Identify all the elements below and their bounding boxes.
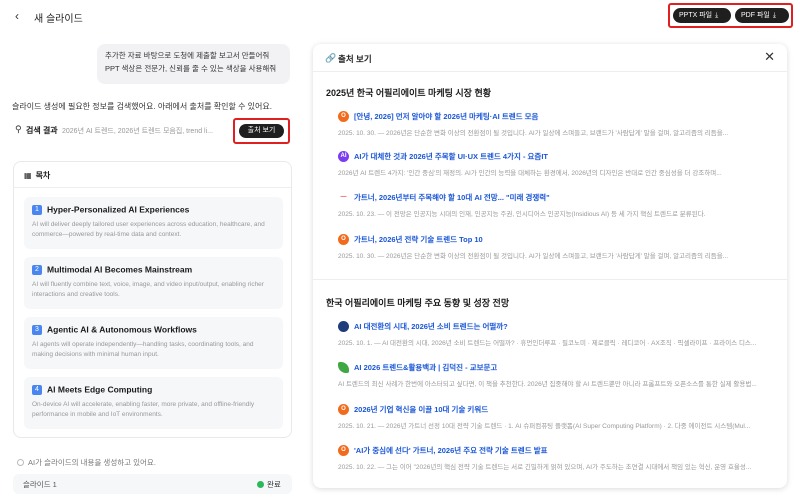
source-item[interactable]: O [안녕, 2026] 먼저 알아야 할 2026년 마케팅·AI 트렌드 모음… — [338, 111, 775, 137]
source-snippet: 2026년 AI 트렌드 4가지: '인간 중심'의 재정의. AI가 인간의 … — [338, 170, 722, 177]
toc-item[interactable]: 3 Agentic AI & Autonomous Workflows AI ag… — [24, 317, 283, 369]
search-info-text: 슬라이드 생성에 필요한 정보를 검색했어요. 아래에서 출처를 확인할 수 있… — [12, 102, 272, 111]
slide-progress-row[interactable]: 슬라이드 1 완료 — [13, 474, 292, 494]
source-snippet: 2025. 10. 1. — AI 대전환의 시대, 2026년 소비 트렌드는… — [338, 340, 757, 347]
export-buttons-highlight: PPTX 파일 ⤓ PDF 파일 ⤓ — [668, 3, 793, 28]
orange-o-icon: O — [338, 445, 349, 456]
export-pptx-button[interactable]: PPTX 파일 ⤓ — [673, 8, 731, 23]
source-item[interactable]: AI 대전환의 시대, 2026년 소비 트렌드는 어떨까? 2025. 10.… — [338, 321, 775, 347]
source-link[interactable]: AI가 대체한 것과 2026년 주목할 UI·UX 트렌드 4가지 - 요즘I… — [354, 151, 548, 162]
source-link[interactable]: 'AI가 중심에 선다' 가트너, 2026년 주요 전략 기술 트렌드 발표 — [354, 445, 548, 456]
source-link[interactable]: 2026년 기업 혁신을 이끌 10대 기술 키워드 — [354, 404, 488, 415]
toc-item-desc: AI will fluently combine text, voice, im… — [32, 280, 264, 298]
loading-spinner-icon — [17, 459, 24, 466]
source-button-highlight: 출처 보기 — [233, 118, 290, 144]
toc-item[interactable]: 4 AI Meets Edge Computing On-device AI wi… — [24, 377, 283, 429]
search-icon: ⚲ — [15, 124, 22, 134]
source-snippet: 2025. 10. 21. — 2026년 가트너 선정 10대 전략 기술 트… — [338, 423, 751, 430]
toc-item-desc: AI agents will operate independently—han… — [32, 340, 254, 358]
orange-o-icon: O — [338, 111, 349, 122]
toc-item-number: 4 — [32, 384, 42, 395]
download-icon: ⤓ — [715, 12, 719, 19]
sources-panel-header: 🔗 출처 보기 ✕ — [313, 44, 787, 72]
sources-panel: 🔗 출처 보기 ✕ 2025년 한국 어필리에이트 마케팅 시장 현황 O [안녕… — [313, 44, 787, 488]
slide-status: 완료 — [257, 479, 281, 490]
toc-item-number: 1 — [32, 204, 42, 215]
red-dash-icon: — — [338, 192, 349, 203]
list-icon: ▦ — [24, 171, 32, 180]
top-bar: ‹ 새 슬라이드 PPTX 파일 ⤓ PDF 파일 ⤓ — [0, 0, 800, 34]
toc-item-desc: AI will deliver deeply tailored user exp… — [32, 220, 265, 238]
source-link[interactable]: [안녕, 2026] 먼저 알아야 할 2026년 마케팅·AI 트렌드 모음 — [354, 111, 538, 122]
user-message-bubble: 추가한 자료 바탕으로 도청에 제출할 보고서 만들어줘 PPT 색상은 전문가… — [97, 44, 290, 84]
toc-item-title: Hyper-Personalized AI Experiences — [47, 204, 190, 215]
export-pdf-label: PDF 파일 — [741, 12, 770, 19]
toc-item[interactable]: 1 Hyper-Personalized AI Experiences AI wi… — [24, 197, 283, 249]
purple-ai-icon: AI — [338, 151, 349, 162]
source-item[interactable]: O 2026년 기업 혁신을 이끌 10대 기술 키워드 2025. 10. 21… — [338, 404, 775, 430]
divider — [313, 279, 787, 280]
source-section-title: 2025년 한국 어필리에이트 마케팅 시장 현황 — [326, 88, 492, 98]
slide-label: 슬라이드 1 — [23, 480, 57, 489]
export-pdf-button[interactable]: PDF 파일 ⤓ — [735, 8, 789, 23]
source-item[interactable]: AI AI가 대체한 것과 2026년 주목할 UI·UX 트렌드 4가지 - 요… — [338, 151, 775, 177]
source-item[interactable]: O 가트너, 2026년 전략 기술 트렌드 Top 10 2025. 10. 3… — [338, 234, 775, 260]
green-leaf-icon — [338, 362, 349, 373]
download-icon: ⤓ — [772, 12, 776, 19]
search-summary: 2026년 AI 트렌드, 2026년 트렌드 모음집, trend li... — [62, 128, 214, 135]
sources-panel-title: 출처 보기 — [338, 54, 372, 64]
search-results-label: 검색 결과 — [26, 126, 58, 135]
toc-heading: 목차 — [35, 171, 51, 180]
toc-item[interactable]: 2 Multimodal AI Becomes Mainstream AI wil… — [24, 257, 283, 309]
source-link[interactable]: 가트너, 2026년 전략 기술 트렌드 Top 10 — [354, 234, 483, 245]
user-message-line: PPT 색상은 전문가, 신뢰를 줄 수 있는 색상을 사용해줘 — [105, 64, 277, 73]
source-snippet: 2025. 10. 22. — 그는 이어 "2026년의 핵심 전략 기술 트… — [338, 464, 752, 471]
toc-item-title: Agentic AI & Autonomous Workflows — [47, 324, 197, 335]
slide-status-text: 완료 — [267, 480, 281, 489]
source-section-title: 한국 어필리에이트 마케팅 주요 동향 및 성장 전망 — [326, 298, 510, 308]
orange-o-icon: O — [338, 234, 349, 245]
toc-item-number: 2 — [32, 264, 42, 275]
page-title: 새 슬라이드 — [34, 14, 83, 25]
toc-item-number: 3 — [32, 324, 42, 335]
source-snippet: AI 트렌드의 최신 사례가 한번에 아스터되고 싶다면, 이 책을 추천한다.… — [338, 381, 757, 388]
generation-status-text: AI가 슬라이드의 내용을 생성하고 있어요. — [28, 458, 156, 467]
back-arrow-icon[interactable]: ‹ — [10, 9, 24, 23]
generation-status: AI가 슬라이드의 내용을 생성하고 있어요. — [17, 457, 156, 468]
toc-card: ▦ 목차 1 Hyper-Personalized AI Experiences … — [13, 161, 292, 438]
source-link[interactable]: AI 2026 트렌드&활용백과 | 김덕진 - 교보문고 — [354, 362, 497, 373]
view-sources-button[interactable]: 출처 보기 — [239, 124, 284, 138]
source-snippet: 2025. 10. 30. — 2026년은 단순한 변화 이상의 전환점이 될… — [338, 253, 729, 260]
source-snippet: 2025. 10. 30. — 2026년은 단순한 변화 이상의 전환점이 될… — [338, 130, 729, 137]
source-link[interactable]: 가트너, 2026년부터 주목해야 할 10대 AI 전망... "미래 경쟁력… — [354, 192, 550, 203]
source-item[interactable]: AI 2026 트렌드&활용백과 | 김덕진 - 교보문고 AI 트렌드의 최신… — [338, 362, 775, 388]
source-item[interactable]: — 가트너, 2026년부터 주목해야 할 10대 AI 전망... "미래 경쟁… — [338, 192, 775, 218]
source-item[interactable]: O 'AI가 중심에 선다' 가트너, 2026년 주요 전략 기술 트렌드 발표… — [338, 445, 775, 471]
navy-circle-icon — [338, 321, 349, 332]
export-pptx-label: PPTX 파일 — [679, 12, 713, 19]
user-message-line: 추가한 자료 바탕으로 도청에 제출할 보고서 만들어줘 — [105, 51, 270, 60]
close-icon[interactable]: ✕ — [764, 49, 775, 65]
orange-o-icon: O — [338, 404, 349, 415]
toc-header: ▦ 목차 — [24, 170, 50, 181]
source-link[interactable]: AI 대전환의 시대, 2026년 소비 트렌드는 어떨까? — [354, 321, 508, 332]
divider — [14, 187, 291, 188]
source-snippet: 2025. 10. 23. — 이 전망은 인공지능 시대의 인재, 인공지능 … — [338, 211, 706, 218]
toc-item-title: AI Meets Edge Computing — [47, 384, 153, 395]
toc-item-desc: On-device AI will accelerate, enabling f… — [32, 400, 255, 418]
link-icon: 🔗 — [325, 53, 337, 63]
check-circle-icon — [257, 481, 264, 488]
toc-item-title: Multimodal AI Becomes Mainstream — [47, 264, 193, 275]
